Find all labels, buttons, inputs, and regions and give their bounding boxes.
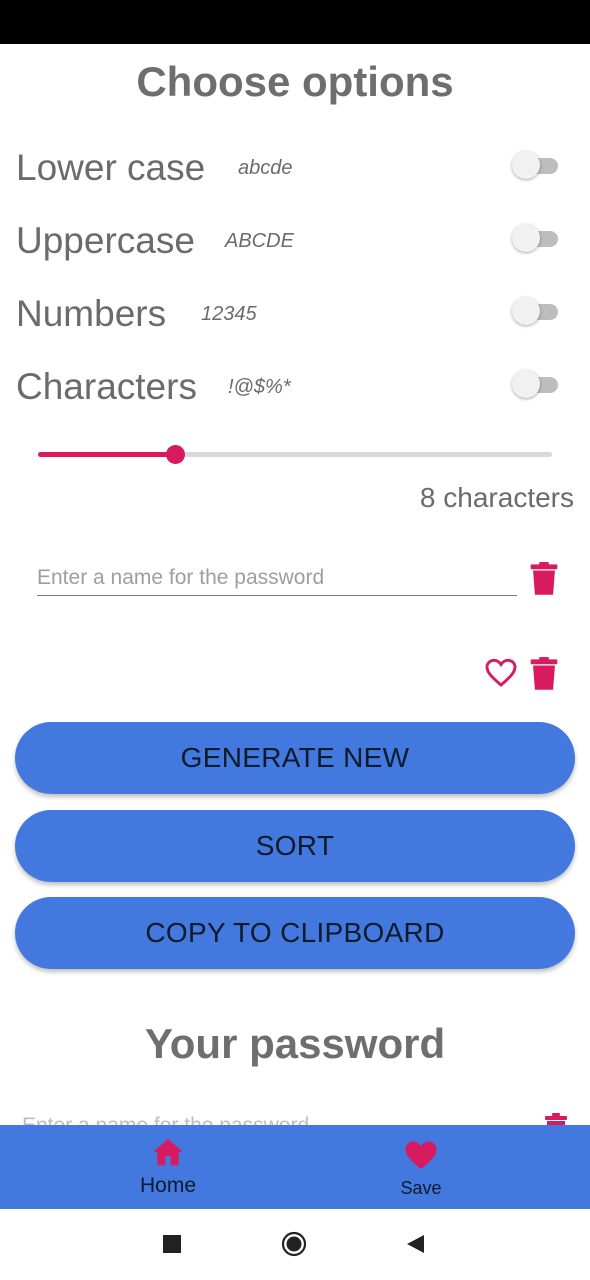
- option-row-lowercase: Lower case abcde: [0, 143, 590, 203]
- sort-button[interactable]: SORT: [15, 810, 575, 882]
- uppercase-toggle[interactable]: [512, 220, 558, 256]
- character-count: 8 characters: [419, 482, 574, 513]
- slider-fill: [38, 452, 175, 457]
- option-label: Uppercase: [16, 220, 195, 261]
- copy-to-clipboard-button[interactable]: COPY TO CLIPBOARD: [15, 897, 575, 969]
- your-password-title: Your password: [144, 1020, 446, 1067]
- trash-icon[interactable]: [529, 657, 559, 691]
- option-row-uppercase: Uppercase ABCDE: [0, 216, 590, 276]
- lowercase-toggle[interactable]: [512, 147, 558, 183]
- characters-toggle[interactable]: [512, 366, 558, 402]
- option-row-characters: Characters !@$%*: [0, 362, 590, 422]
- bottom-navigation: Home Save: [0, 1125, 590, 1209]
- generate-new-button[interactable]: GENERATE NEW: [15, 722, 575, 794]
- option-label: Numbers: [16, 293, 167, 334]
- option-sample: 12345: [201, 303, 257, 325]
- status-bar: [0, 0, 590, 44]
- option-label: Characters: [16, 366, 197, 407]
- recents-icon[interactable]: [163, 1235, 181, 1253]
- option-row-numbers: Numbers 12345: [0, 289, 590, 349]
- option-label: Lower case: [16, 147, 206, 188]
- page-title: Choose options: [136, 58, 454, 105]
- nav-save[interactable]: Save: [321, 1125, 521, 1209]
- nav-save-label: Save: [400, 1178, 442, 1198]
- heart-outline-icon[interactable]: [485, 657, 517, 689]
- nav-home[interactable]: Home: [68, 1125, 268, 1209]
- numbers-toggle[interactable]: [512, 293, 558, 329]
- option-sample: abcde: [238, 157, 293, 179]
- length-slider[interactable]: [38, 440, 552, 470]
- trash-icon: [545, 1113, 567, 1126]
- slider-thumb[interactable]: [166, 445, 185, 464]
- system-navigation-bar: [0, 1209, 590, 1280]
- trash-icon[interactable]: [529, 562, 559, 596]
- nav-home-label: Home: [139, 1174, 197, 1197]
- home-icon: [153, 1138, 183, 1166]
- heart-icon: [405, 1141, 437, 1170]
- back-icon[interactable]: [405, 1234, 425, 1254]
- option-sample: ABCDE: [225, 230, 294, 252]
- option-sample: !@$%*: [228, 376, 291, 398]
- password-name-input[interactable]: [37, 560, 517, 596]
- home-circle-icon[interactable]: [281, 1231, 307, 1257]
